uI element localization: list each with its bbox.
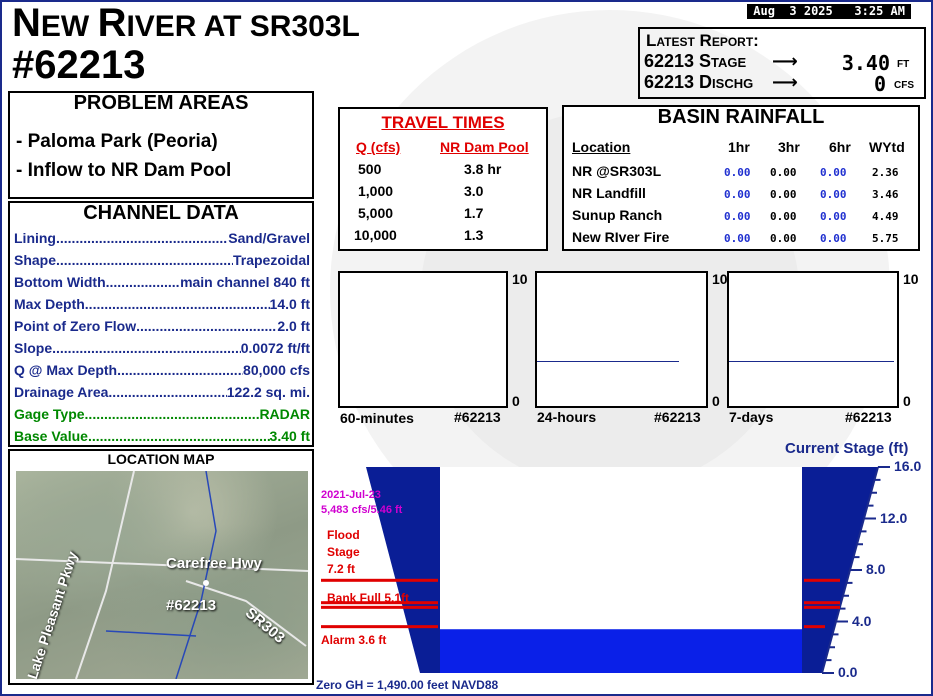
zero-gage-height: Zero GH = 1,490.00 feet NAVD88 <box>316 678 499 692</box>
stage-threshold-line <box>321 625 438 629</box>
stage-tick-label: 4.0 <box>852 612 872 629</box>
stage-threshold-line <box>804 601 840 605</box>
flood-stage-label-3: 7.2 ft <box>327 562 356 576</box>
stage-threshold-line <box>804 605 840 609</box>
alarm-label: Alarm 3.6 ft <box>321 633 387 647</box>
stage-threshold-line <box>804 578 840 582</box>
flood-stage-label-1: Flood <box>327 528 360 542</box>
record-date: 2021-Jul-23 <box>321 489 381 501</box>
water-level-fill <box>440 629 802 673</box>
record-value: 5,483 cfs/5.46 ft <box>321 504 403 516</box>
stage-gauge-graphic <box>321 466 890 674</box>
stage-threshold-line <box>321 578 438 582</box>
stage-tick-label: 0.0 <box>838 664 858 680</box>
stage-threshold-line <box>321 605 438 609</box>
flood-stage-label-2: Stage <box>327 545 360 559</box>
stage-tick-label: 8.0 <box>866 561 886 577</box>
stage-tick-label: 16.0 <box>894 458 922 474</box>
stage-tick-label: 12.0 <box>880 509 908 526</box>
stage-threshold-line <box>804 625 825 629</box>
bank-full-label: Bank Full 5.1ft <box>327 591 410 605</box>
